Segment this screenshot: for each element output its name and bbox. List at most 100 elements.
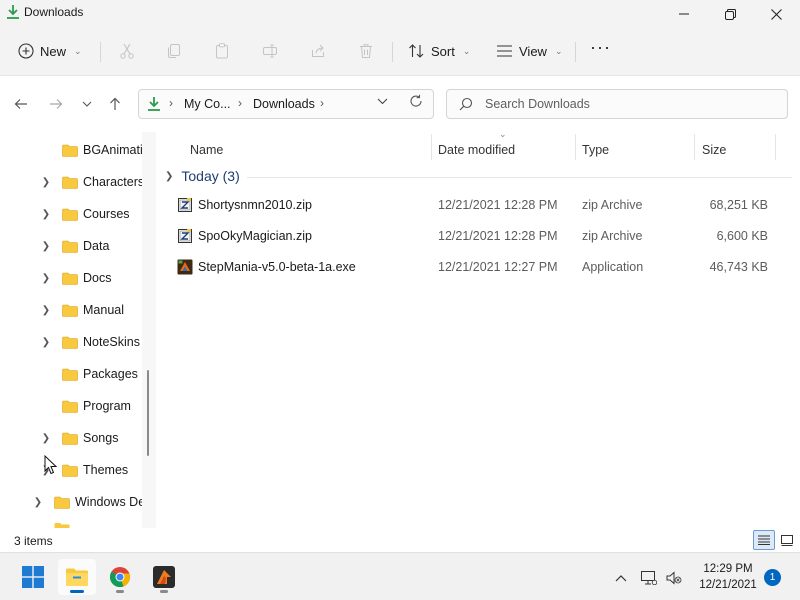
breadcrumb-my-computer[interactable]: My Co... bbox=[184, 97, 231, 111]
arrow-up-icon bbox=[110, 97, 120, 110]
view-button[interactable]: View ⌄ bbox=[496, 38, 563, 64]
tree-item-label: Windows De bbox=[75, 495, 146, 509]
details-view-button[interactable] bbox=[753, 530, 775, 550]
chevron-right-icon[interactable]: ❯ bbox=[41, 209, 51, 220]
chevron-right-icon[interactable]: ❯ bbox=[41, 305, 51, 316]
folder-icon bbox=[62, 208, 78, 221]
stepmania-icon bbox=[153, 566, 175, 588]
tree-item-data[interactable]: ❯ Data bbox=[0, 234, 150, 258]
nav-scrollbar-thumb[interactable] bbox=[147, 370, 149, 456]
chevron-down-icon bbox=[377, 98, 388, 105]
running-indicator bbox=[116, 590, 124, 593]
recent-locations-button[interactable] bbox=[76, 93, 98, 115]
network-button[interactable] bbox=[640, 569, 658, 587]
tree-item-program[interactable]: Program bbox=[0, 394, 150, 418]
more-options-button[interactable]: ··· bbox=[590, 34, 611, 60]
close-button[interactable] bbox=[753, 0, 799, 28]
paste-button[interactable] bbox=[211, 40, 233, 62]
notification-badge[interactable]: 1 bbox=[764, 569, 781, 586]
zip-file-icon bbox=[178, 229, 192, 243]
start-icon bbox=[22, 566, 44, 588]
address-bar[interactable]: › My Co... › Downloads › bbox=[138, 89, 434, 119]
new-button[interactable]: New ⌄ bbox=[18, 38, 82, 64]
rename-button[interactable] bbox=[259, 40, 281, 62]
file-date: 12/21/2021 12:28 PM bbox=[438, 198, 558, 212]
mouse-cursor-icon bbox=[44, 455, 58, 475]
file-name: Shortysnmn2010.zip bbox=[198, 198, 312, 212]
column-header-type[interactable]: Type bbox=[582, 138, 609, 162]
column-divider[interactable] bbox=[694, 134, 695, 160]
nav-scrollbar[interactable] bbox=[142, 132, 156, 528]
file-type: zip Archive bbox=[582, 229, 643, 243]
file-row[interactable]: Shortysnmn2010.zip 12/21/2021 12:28 PM z… bbox=[171, 192, 791, 218]
back-button[interactable] bbox=[10, 93, 32, 115]
chevron-right-icon[interactable]: ❯ bbox=[41, 337, 51, 348]
delete-button[interactable] bbox=[355, 40, 377, 62]
breadcrumb-separator: › bbox=[169, 96, 173, 110]
arrow-left-icon bbox=[14, 99, 27, 109]
chevron-down-icon: ⌄ bbox=[554, 45, 563, 56]
column-divider[interactable] bbox=[775, 134, 776, 160]
refresh-button[interactable] bbox=[409, 94, 423, 112]
new-label: New bbox=[40, 43, 67, 59]
tree-item-windows-de[interactable]: ❯ Windows De bbox=[0, 490, 150, 514]
start-button[interactable] bbox=[14, 559, 52, 595]
group-label: Today (3) bbox=[181, 168, 240, 184]
breadcrumb-downloads[interactable]: Downloads bbox=[253, 97, 315, 111]
address-dropdown-button[interactable] bbox=[377, 96, 388, 108]
share-button[interactable] bbox=[307, 40, 329, 62]
column-divider[interactable] bbox=[575, 134, 576, 160]
chevron-right-icon[interactable]: ❯ bbox=[33, 497, 43, 508]
chevron-right-icon[interactable]: ❯ bbox=[41, 177, 51, 188]
taskbar-stepmania[interactable] bbox=[145, 559, 183, 595]
copy-button[interactable] bbox=[163, 40, 185, 62]
tree-item-packages[interactable]: Packages bbox=[0, 362, 150, 386]
up-button[interactable] bbox=[104, 93, 126, 115]
taskbar-chrome[interactable] bbox=[101, 559, 139, 595]
clock[interactable]: 12:29 PM 12/21/2021 bbox=[690, 561, 766, 593]
search-input[interactable] bbox=[485, 95, 775, 113]
tree-item-bganimations[interactable]: BGAnimati bbox=[0, 138, 150, 162]
volume-button[interactable] bbox=[665, 569, 683, 587]
column-header-date-modified[interactable]: Date modified bbox=[438, 138, 515, 162]
cut-button[interactable] bbox=[116, 40, 138, 62]
tree-item-manual[interactable]: ❯ Manual bbox=[0, 298, 150, 322]
chevron-right-icon[interactable]: ❯ bbox=[41, 273, 51, 284]
clock-date: 12/21/2021 bbox=[699, 579, 757, 591]
sort-button[interactable]: Sort ⌄ bbox=[408, 38, 470, 64]
chevron-up-icon bbox=[615, 574, 627, 581]
column-header-size[interactable]: Size bbox=[702, 138, 726, 162]
chevron-right-icon[interactable]: ❯ bbox=[41, 433, 51, 444]
view-label: View bbox=[519, 43, 547, 59]
tiles-view-button[interactable] bbox=[776, 530, 798, 550]
file-row[interactable]: StepMania-v5.0-beta-1a.exe 12/21/2021 12… bbox=[171, 254, 791, 280]
tree-item-characters[interactable]: ❯ Characters bbox=[0, 170, 150, 194]
details-view-icon bbox=[758, 535, 770, 545]
folder-icon bbox=[62, 176, 78, 189]
forward-button[interactable] bbox=[45, 93, 67, 115]
tree-item-docs[interactable]: ❯ Docs bbox=[0, 266, 150, 290]
folder-icon bbox=[62, 400, 78, 413]
column-divider[interactable] bbox=[431, 134, 432, 160]
file-size: 6,600 KB bbox=[716, 229, 768, 243]
tree-item-courses[interactable]: ❯ Courses bbox=[0, 202, 150, 226]
show-hidden-icons-button[interactable] bbox=[612, 569, 630, 587]
tree-item-label: Themes bbox=[83, 463, 129, 477]
tree-item-songs[interactable]: ❯ Songs bbox=[0, 426, 150, 450]
column-header-name[interactable]: Name bbox=[190, 138, 223, 162]
tree-item-label: BGAnimati bbox=[83, 143, 143, 157]
minimize-button[interactable] bbox=[661, 0, 707, 28]
tree-item-noteskins[interactable]: ❯ NoteSkins bbox=[0, 330, 150, 354]
group-header-today[interactable]: ❯ Today (3) bbox=[165, 166, 240, 186]
copy-icon bbox=[168, 44, 180, 58]
maximize-button[interactable] bbox=[707, 0, 753, 28]
tree-item-themes[interactable]: ❯ Themes bbox=[0, 458, 150, 482]
status-bar: 3 items bbox=[0, 528, 800, 552]
taskbar-file-explorer[interactable] bbox=[58, 559, 96, 595]
sort-icon bbox=[409, 44, 424, 58]
file-row[interactable]: SpoOkyMagician.zip 12/21/2021 12:28 PM z… bbox=[171, 223, 791, 249]
rename-icon bbox=[263, 44, 277, 58]
share-icon bbox=[312, 44, 324, 57]
search-box[interactable] bbox=[446, 89, 788, 119]
chevron-right-icon[interactable]: ❯ bbox=[41, 241, 51, 252]
